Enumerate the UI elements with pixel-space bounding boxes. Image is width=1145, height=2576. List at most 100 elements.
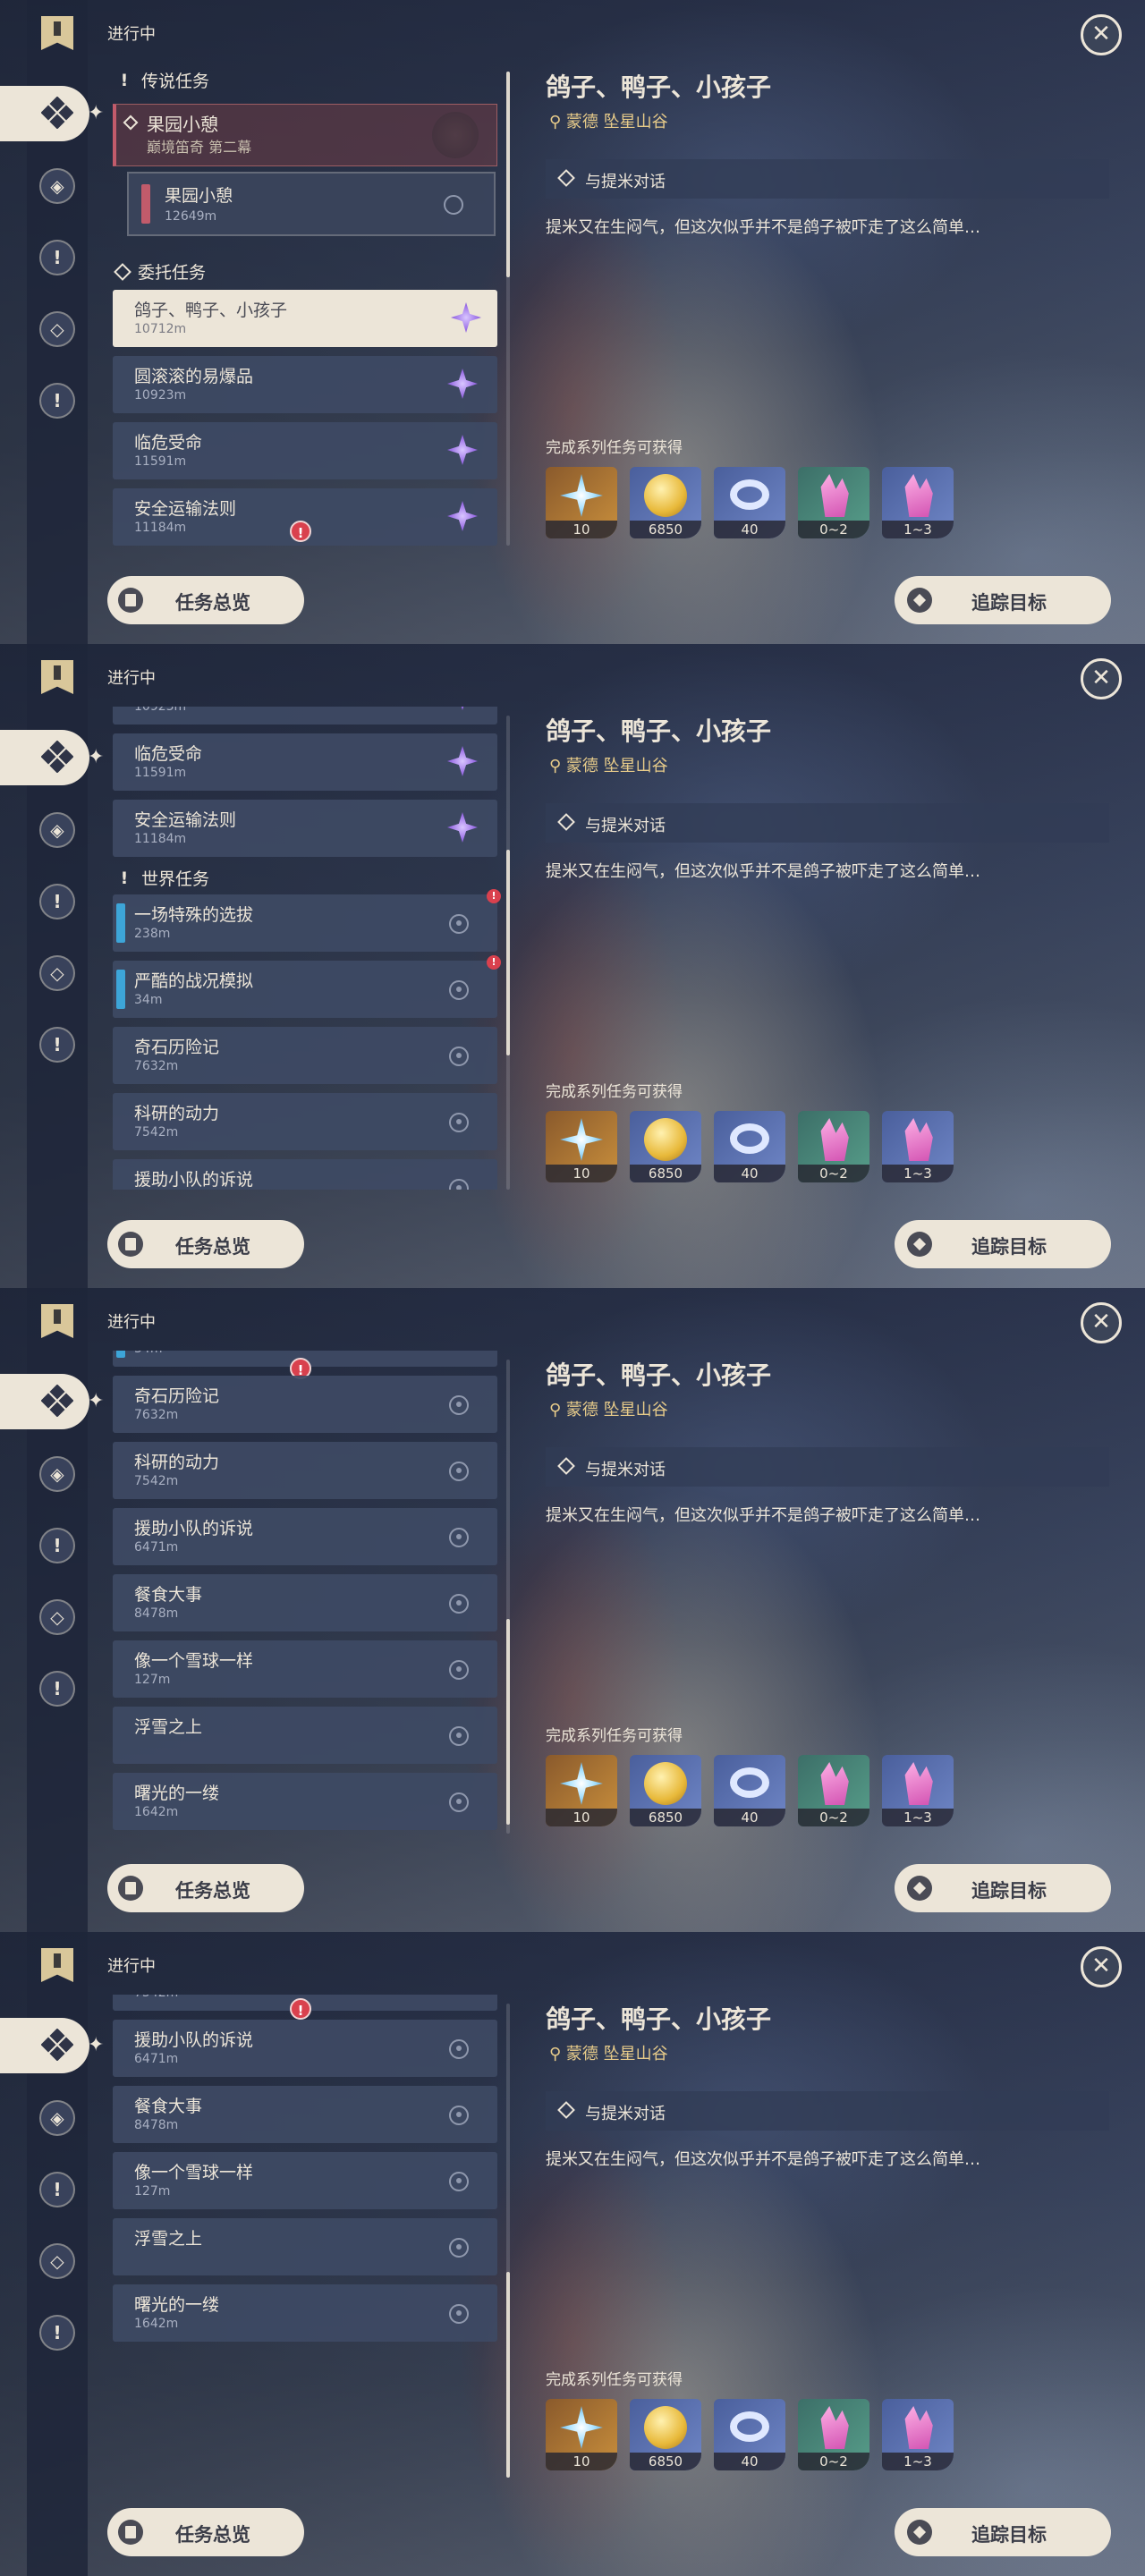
location-pin-icon[interactable]	[449, 1046, 469, 1066]
quest-item[interactable]: 曙光的一缕 1642m	[113, 2284, 497, 2342]
location-pin-icon[interactable]	[449, 1113, 469, 1132]
close-button[interactable]: ✕	[1081, 14, 1122, 55]
scrollbar[interactable]	[506, 1360, 510, 1834]
archon-quest-icon[interactable]: ◈	[39, 1456, 75, 1492]
reward-mora[interactable]: 6850	[630, 1111, 701, 1182]
location-pin-icon[interactable]	[449, 1179, 469, 1190]
story-quest-icon[interactable]: !	[39, 884, 75, 919]
quest-item[interactable]: 圆滚滚的易爆品10923m	[113, 356, 497, 413]
quest-item[interactable]: 餐食大事 8478m	[113, 2086, 497, 2143]
commission-quest-icon[interactable]: ◇	[39, 2243, 75, 2279]
archon-quest-icon[interactable]: ◈	[39, 2100, 75, 2136]
quest-item[interactable]: 科研的动力7542m	[113, 1093, 497, 1150]
location-pin-icon[interactable]	[449, 914, 469, 934]
track-objective-button[interactable]: 追踪目标	[895, 576, 1111, 624]
location-pin-icon[interactable]	[449, 1726, 469, 1746]
adventure-exp-icon	[730, 2411, 769, 2442]
location-pin-icon[interactable]	[449, 2238, 469, 2258]
world-quest-icon[interactable]: !	[39, 1027, 75, 1063]
archon-quest-icon[interactable]: ◈	[39, 168, 75, 204]
location-pin-icon[interactable]	[449, 1462, 469, 1481]
reward-adventure-exp[interactable]: 40	[714, 1755, 785, 1826]
quest-item[interactable]: 奇石历险记 7632m	[113, 1027, 497, 1084]
reward-adventure-exp[interactable]: 40	[714, 1111, 785, 1182]
quest-item[interactable]: 临危受命 11591m	[113, 422, 497, 479]
quest-title: 鸽子、鸭子、小孩子	[546, 72, 772, 102]
close-button[interactable]: ✕	[1081, 658, 1122, 699]
quest-item[interactable]: 曙光的一缕 1642m	[113, 1773, 497, 1830]
reward-mora[interactable]: 6850	[630, 467, 701, 538]
reward-pink-crystal[interactable]: 1~3	[882, 1755, 954, 1826]
legend-quest-card[interactable]: 果园小憩 巅境笛奇 第二幕	[113, 104, 497, 166]
quest-item[interactable]: 临危受命 11591m	[113, 733, 497, 791]
reward-mora[interactable]: 6850	[630, 1755, 701, 1826]
close-button[interactable]: ✕	[1081, 1946, 1122, 1987]
primogem-icon	[560, 474, 603, 517]
quest-item[interactable]: 像一个雪球一样 127m	[113, 2152, 497, 2209]
reward-primogem[interactable]: 10	[546, 467, 617, 538]
commission-quest-icon[interactable]: ◇	[39, 311, 75, 347]
reward-green-crystal[interactable]: 0~2	[798, 2399, 869, 2470]
location-pin-icon[interactable]	[449, 1594, 469, 1614]
location-pin-icon[interactable]	[449, 1395, 469, 1415]
commission-quest-icon[interactable]: ◇	[39, 955, 75, 991]
quest-overview-button[interactable]: 任务总览	[107, 2508, 304, 2556]
quest-item[interactable]: 浮雪之上	[113, 2218, 497, 2275]
reward-green-crystal[interactable]: 0~2	[798, 1755, 869, 1826]
commission-icon	[447, 369, 478, 399]
reward-primogem[interactable]: 10	[546, 1111, 617, 1182]
quest-item[interactable]: 安全运输法则 11184m	[113, 800, 497, 857]
location-pin-icon[interactable]	[444, 195, 463, 215]
location-pin-icon[interactable]	[449, 980, 469, 1000]
world-quest-icon[interactable]: !	[39, 1671, 75, 1707]
legend-subquest-item[interactable]: 果园小憩 12649m	[127, 172, 496, 236]
reward-pink-crystal[interactable]: 1~3	[882, 1111, 954, 1182]
quest-item[interactable]: 餐食大事 8478m	[113, 1574, 497, 1631]
reward-green-crystal[interactable]: 0~2	[798, 467, 869, 538]
reward-pink-crystal[interactable]: 1~3	[882, 2399, 954, 2470]
location-pin-icon[interactable]	[449, 2172, 469, 2191]
scrollbar[interactable]	[506, 72, 510, 546]
reward-pink-crystal[interactable]: 1~3	[882, 467, 954, 538]
commission-quest-icon[interactable]: ◇	[39, 1599, 75, 1635]
quest-item[interactable]: 奇石历险记 7632m	[113, 1376, 497, 1433]
story-quest-icon[interactable]: !	[39, 1528, 75, 1563]
quest-item[interactable]: 像一个雪球一样 127m	[113, 1640, 497, 1698]
story-quest-icon[interactable]: !	[39, 240, 75, 275]
quest-item[interactable]: 援助小队的诉说6471m	[113, 2020, 497, 2077]
reward-primogem[interactable]: 10	[546, 2399, 617, 2470]
reward-mora[interactable]: 6850	[630, 2399, 701, 2470]
quest-description: 提米又在生闷气，但这次似乎并不是鸽子被吓走了这么简单…	[546, 1506, 980, 1525]
track-objective-button[interactable]: 追踪目标	[895, 2508, 1111, 2556]
story-quest-icon[interactable]: !	[39, 2172, 75, 2207]
archon-quest-icon[interactable]: ◈	[39, 812, 75, 848]
quest-item-selected[interactable]: 鸽子、鸭子、小孩子 10712m	[113, 290, 497, 347]
quest-item[interactable]: 援助小队的诉说6471m	[113, 1159, 497, 1190]
close-button[interactable]: ✕	[1081, 1302, 1122, 1343]
track-objective-button[interactable]: 追踪目标	[895, 1220, 1111, 1268]
location-pin-icon[interactable]	[449, 2106, 469, 2125]
reward-adventure-exp[interactable]: 40	[714, 2399, 785, 2470]
quest-item[interactable]: 严酷的战况模拟 34m !	[113, 955, 501, 1018]
location-pin-icon[interactable]	[449, 1528, 469, 1547]
quest-item[interactable]: 援助小队的诉说6471m	[113, 1508, 497, 1565]
reward-primogem[interactable]: 10	[546, 1755, 617, 1826]
quest-overview-button[interactable]: 任务总览	[107, 1220, 304, 1268]
track-objective-button[interactable]: 追踪目标	[895, 1864, 1111, 1912]
quest-overview-button[interactable]: 任务总览	[107, 576, 304, 624]
quest-overview-button[interactable]: 任务总览	[107, 1864, 304, 1912]
location-pin-icon[interactable]	[449, 1792, 469, 1812]
location-pin-icon[interactable]	[449, 2039, 469, 2059]
location-pin-icon[interactable]	[449, 2304, 469, 2324]
reward-adventure-exp[interactable]: 40	[714, 467, 785, 538]
reward-green-crystal[interactable]: 0~2	[798, 1111, 869, 1182]
quest-item[interactable]: 浮雪之上	[113, 1707, 497, 1764]
world-quest-icon[interactable]: !	[39, 2315, 75, 2351]
scrollbar[interactable]	[506, 2004, 510, 2478]
quest-item[interactable]: 圆滚滚的易爆品10923m	[113, 707, 497, 724]
quest-item[interactable]: 科研的动力7542m	[113, 1442, 497, 1499]
world-quest-icon[interactable]: !	[39, 383, 75, 419]
quest-item[interactable]: 一场特殊的选拔 238m !	[113, 889, 501, 952]
scrollbar[interactable]	[506, 716, 510, 1190]
location-pin-icon[interactable]	[449, 1660, 469, 1680]
